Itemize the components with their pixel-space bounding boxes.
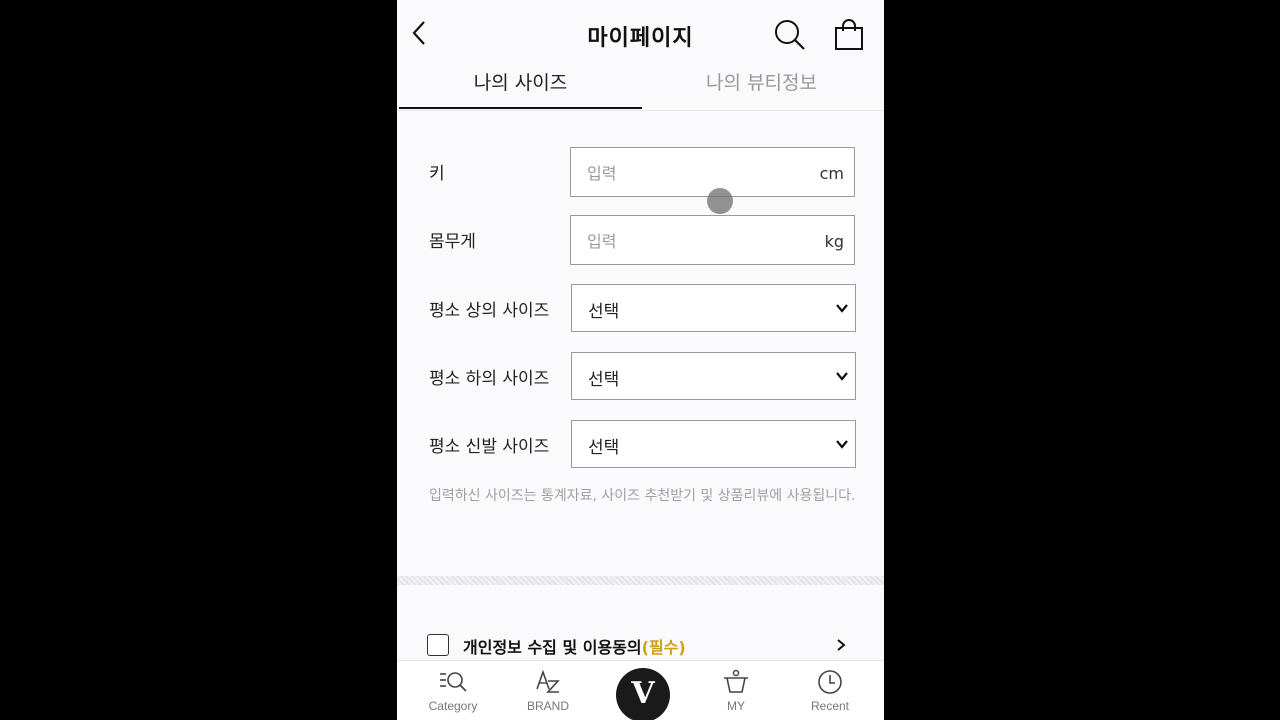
shoe-size-row: 평소 신발 사이즈 선택 — [429, 420, 857, 472]
search-icon[interactable] — [773, 18, 807, 52]
weight-label: 몸무게 — [429, 232, 476, 252]
section-divider — [397, 576, 884, 585]
weight-input[interactable] — [571, 216, 819, 266]
nav-item-recent[interactable]: Recent — [785, 669, 875, 713]
nav-label-recent: Recent — [810, 699, 850, 713]
privacy-consent-label: 개인정보 수집 및 이용동의(필수) — [463, 634, 686, 658]
top-size-select[interactable]: 선택 — [571, 284, 856, 332]
required-badge: (필수) — [641, 638, 686, 657]
chevron-right-icon[interactable] — [835, 638, 847, 652]
shoe-size-select[interactable]: 선택 — [571, 420, 856, 468]
tab-bar: 나의 사이즈 나의 뷰티정보 — [397, 62, 884, 111]
top-size-row: 평소 상의 사이즈 선택 — [429, 284, 857, 336]
bottom-size-select[interactable]: 선택 — [571, 352, 856, 400]
chevron-down-icon — [836, 304, 848, 313]
weight-unit: kg — [824, 232, 844, 251]
bottom-size-row: 평소 하의 사이즈 선택 — [429, 352, 857, 404]
app-header: 마이페이지 — [397, 0, 884, 68]
privacy-consent-text: 개인정보 수집 및 이용동의 — [463, 638, 642, 657]
nav-item-category[interactable]: Category — [408, 669, 498, 713]
top-size-label: 평소 상의 사이즈 — [429, 301, 550, 321]
height-row: 키 cm — [429, 147, 857, 199]
height-unit: cm — [819, 164, 844, 183]
brand-az-icon — [536, 669, 560, 693]
tab-my-size[interactable]: 나의 사이즈 — [399, 68, 642, 95]
nav-item-my[interactable]: MY — [691, 669, 781, 713]
clock-icon — [818, 670, 842, 694]
category-search-icon — [440, 672, 467, 692]
chevron-down-icon — [836, 440, 848, 449]
shopping-bag-icon[interactable] — [833, 18, 865, 52]
top-size-selected-value: 선택 — [588, 302, 620, 322]
nav-home-button[interactable]: V — [616, 668, 670, 720]
weight-field-box: kg — [570, 215, 855, 266]
touch-indicator — [707, 188, 733, 214]
size-usage-hint: 입력하신 사이즈는 통계자료, 사이즈 추천받기 및 상품리뷰에 사용됩니다. — [429, 488, 856, 504]
shoe-size-selected-value: 선택 — [588, 438, 620, 458]
height-input[interactable] — [571, 148, 819, 198]
chevron-down-icon — [836, 372, 848, 381]
nav-label-brand: BRAND — [526, 699, 569, 713]
active-tab-indicator — [399, 107, 642, 109]
height-label: 키 — [429, 164, 445, 184]
bottom-size-label: 평소 하의 사이즈 — [429, 369, 550, 389]
phone-screen: 마이페이지 나의 사이즈 나의 뷰티정보 키 cm 몸무게 kg 평소 상의 사… — [397, 0, 884, 720]
shoe-size-label: 평소 신발 사이즈 — [429, 437, 550, 457]
tab-my-beauty-info[interactable]: 나의 뷰티정보 — [640, 68, 883, 95]
nav-item-brand[interactable]: BRAND — [503, 669, 593, 713]
bottom-size-selected-value: 선택 — [588, 370, 620, 390]
page-title: 마이페이지 — [587, 26, 694, 51]
weight-row: 몸무게 kg — [429, 215, 857, 267]
bottom-nav: Category BRAND V MY Recent — [397, 660, 884, 720]
home-logo-icon: V — [631, 676, 655, 711]
privacy-consent-checkbox[interactable] — [427, 634, 449, 656]
privacy-consent-row[interactable]: 개인정보 수집 및 이용동의(필수) — [427, 632, 851, 660]
my-basket-icon — [724, 669, 748, 693]
nav-label-category: Category — [428, 699, 478, 713]
nav-label-my: MY — [727, 699, 745, 713]
